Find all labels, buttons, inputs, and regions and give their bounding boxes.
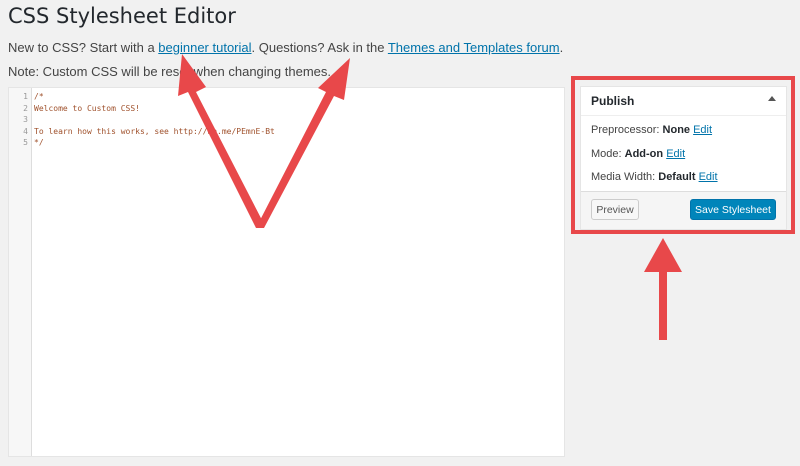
beginner-tutorial-link[interactable]: beginner tutorial bbox=[158, 40, 251, 55]
edit-media-width-link[interactable]: Edit bbox=[699, 171, 718, 183]
line-number: 5 bbox=[23, 138, 28, 147]
media-width-setting: Media Width: Default Edit bbox=[591, 171, 718, 183]
code-line: /* bbox=[34, 92, 44, 101]
triangle-up-icon[interactable] bbox=[768, 96, 776, 101]
media-width-label: Media Width: bbox=[591, 171, 659, 183]
preprocessor-setting: Preprocessor: None Edit bbox=[591, 124, 712, 136]
reset-note: Note: Custom CSS will be reset when chan… bbox=[8, 64, 331, 79]
mode-label: Mode: bbox=[591, 148, 625, 160]
mode-value: Add-on bbox=[624, 148, 664, 160]
save-stylesheet-button[interactable]: Save Stylesheet bbox=[690, 199, 776, 220]
line-number: 2 bbox=[23, 103, 28, 113]
annotation-arrow-up bbox=[644, 238, 682, 340]
line-number-gutter: 1 2 3 4 5 bbox=[9, 88, 32, 456]
css-code-editor[interactable]: 1 2 3 4 5 /* Welcome to Custom CSS! To l… bbox=[8, 87, 565, 457]
preview-button[interactable]: Preview bbox=[591, 199, 639, 220]
page-title: CSS Stylesheet Editor bbox=[8, 4, 236, 28]
intro-prefix: New to CSS? Start with a bbox=[8, 40, 159, 55]
intro-text: New to CSS? Start with a beginner tutori… bbox=[8, 40, 563, 55]
edit-mode-link[interactable]: Edit bbox=[666, 148, 685, 160]
line-number: 4 bbox=[23, 126, 28, 136]
code-line: */ bbox=[34, 138, 44, 147]
publish-title: Publish bbox=[591, 94, 635, 108]
publish-header[interactable]: Publish bbox=[581, 87, 786, 116]
edit-preprocessor-link[interactable]: Edit bbox=[693, 124, 712, 136]
intro-middle: . Questions? Ask in the bbox=[251, 40, 388, 55]
preprocessor-value: None bbox=[662, 124, 691, 136]
publish-box: Publish Preprocessor: None Edit Mode: Ad… bbox=[580, 86, 787, 230]
publish-actions: Preview Save Stylesheet bbox=[581, 191, 786, 229]
media-width-value: Default bbox=[658, 171, 696, 183]
mode-setting: Mode: Add-on Edit bbox=[591, 148, 685, 160]
code-line: To learn how this works, see http://wp.m… bbox=[34, 126, 275, 136]
preprocessor-label: Preprocessor: bbox=[591, 124, 663, 136]
line-number: 3 bbox=[23, 115, 28, 124]
code-area[interactable]: /* Welcome to Custom CSS! To learn how t… bbox=[34, 91, 560, 149]
intro-suffix: . bbox=[559, 40, 564, 55]
code-line: Welcome to Custom CSS! bbox=[34, 103, 140, 113]
themes-templates-forum-link[interactable]: Themes and Templates forum bbox=[388, 40, 560, 55]
line-number: 1 bbox=[23, 92, 28, 101]
